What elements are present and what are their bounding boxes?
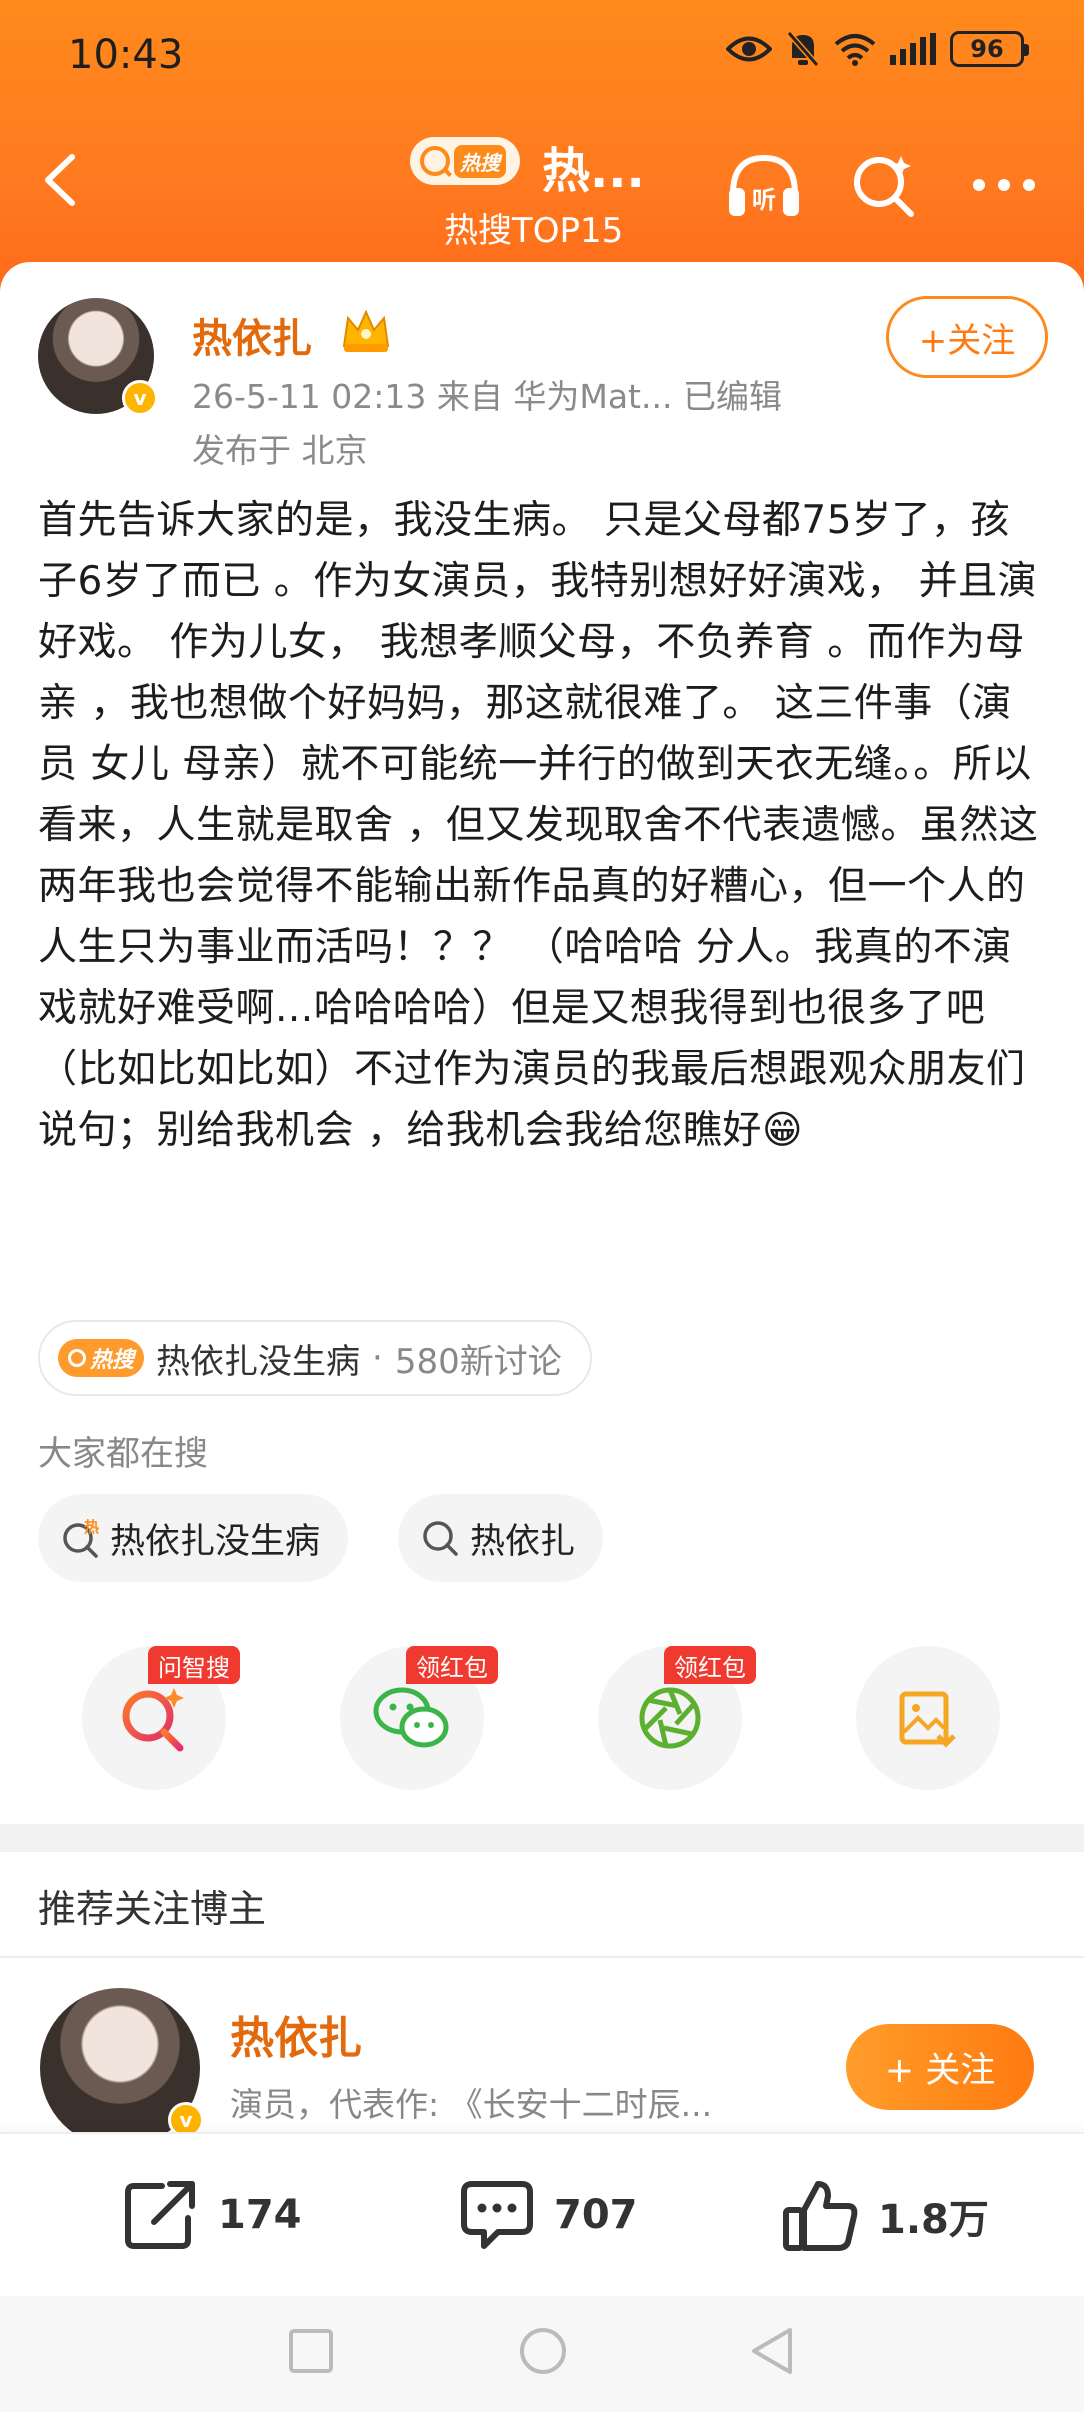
action-tag: 领红包	[664, 1646, 756, 1684]
verified-badge-icon: v	[122, 380, 158, 416]
author-avatar[interactable]: v	[38, 298, 158, 416]
ai-search-icon	[122, 1688, 184, 1752]
headphones-icon: 听	[729, 154, 799, 216]
divider	[0, 1956, 1084, 1958]
comment-count: 707	[554, 2192, 638, 2238]
crown-badge-icon	[342, 309, 390, 352]
sparkle-search-icon	[854, 156, 914, 217]
hot-search-badge: 热搜	[58, 1339, 145, 1377]
status-icons: 96	[726, 30, 1029, 68]
search-chip-label: 热依扎没生病	[110, 1521, 321, 1562]
search-icon	[68, 1349, 86, 1367]
search-chip-label: 热依扎	[470, 1521, 576, 1562]
author-name[interactable]: 热依扎	[192, 306, 312, 364]
recommend-avatar[interactable]: v	[40, 1988, 204, 2148]
svg-text:听: 听	[752, 186, 776, 214]
thumbs-up-icon	[783, 2181, 858, 2251]
search-chip-1[interactable]: 热 热依扎没生病	[38, 1494, 349, 1582]
recent-apps-icon[interactable]	[288, 2328, 334, 2374]
more-button[interactable]	[964, 145, 1044, 225]
topic-name: 热依扎没生病	[156, 1341, 361, 1382]
share-action[interactable]: 174	[122, 2178, 302, 2252]
save-image-icon	[899, 1691, 956, 1748]
eye-icon	[726, 36, 772, 62]
share-icon	[125, 2181, 195, 2249]
nav-subtitle: 热搜TOP15	[444, 211, 624, 251]
comment-action[interactable]: 707	[458, 2178, 638, 2252]
topic-count: 580新讨论	[394, 1341, 562, 1382]
battery-indicator: 96	[950, 31, 1029, 67]
post-content: 首先告诉大家的是，我没生病。 只是父母都75岁了，孩子6岁了而已 。作为女演员，…	[38, 498, 1039, 1153]
ai-search-button[interactable]	[844, 145, 924, 225]
post-location: 发布于 北京	[192, 431, 368, 470]
status-time: 10:43	[68, 32, 184, 78]
listen-button[interactable]: 听	[724, 145, 804, 225]
action-tag: 领红包	[406, 1646, 498, 1684]
hot-search-icon: 热	[63, 1518, 99, 1558]
comment-icon	[461, 2181, 533, 2249]
home-icon[interactable]	[518, 2326, 568, 2376]
nav-bar: 热搜 热... 热搜TOP15 听	[0, 115, 1084, 265]
bottom-action-bar: 174 707 1.8万	[0, 2132, 1084, 2296]
hot-badge-text: 热搜	[90, 1348, 135, 1373]
wechat-icon	[373, 1687, 449, 1748]
topic-separator: ·	[372, 1338, 383, 1378]
action-tag: 问智搜	[148, 1646, 240, 1684]
everyone-searching-label: 大家都在搜	[38, 1434, 208, 1474]
signal-icon	[890, 33, 936, 65]
nav-actions: 听	[724, 145, 1044, 225]
like-count: 1.8万	[878, 2197, 989, 2243]
post-card: v 热依扎 26-5-11 02:13 来自 华为Mat... 已编辑 发布于 …	[0, 262, 1084, 1824]
nav-title: 热...	[542, 143, 645, 199]
back-nav-icon[interactable]	[748, 2326, 794, 2376]
recommend-desc: 演员，代表作: 《长安十二时辰...	[230, 2085, 713, 2124]
recommend-section: 推荐关注博主 v 热依扎 演员，代表作: 《长安十二时辰... + 关注	[0, 1852, 1084, 2148]
nav-center: 热搜 热... 热搜TOP15	[410, 125, 700, 255]
recommend-name[interactable]: 热依扎	[230, 2002, 362, 2066]
save-image-action[interactable]	[856, 1646, 1000, 1790]
more-icon	[973, 179, 1035, 191]
search-icon	[423, 1521, 458, 1556]
hot-search-logo: 热搜	[410, 137, 520, 185]
back-icon[interactable]	[36, 145, 86, 215]
like-action[interactable]: 1.8万	[782, 2178, 989, 2254]
header: 10:43 96 热搜 热... 热搜TOP15 听	[0, 0, 1084, 300]
post-meta: 26-5-11 02:13 来自 华为Mat... 已编辑	[192, 377, 782, 416]
share-count: 174	[218, 2192, 302, 2238]
wifi-icon	[834, 34, 876, 66]
search-chip-2[interactable]: 热依扎	[398, 1494, 604, 1582]
status-bar: 10:43 96	[0, 0, 1084, 110]
mute-bell-icon	[786, 31, 820, 67]
topic-pill[interactable]: 热搜 热依扎没生病 · 580新讨论	[38, 1320, 592, 1396]
recommend-follow-button[interactable]: + 关注	[846, 2024, 1034, 2110]
system-nav-bar	[0, 2296, 1084, 2412]
follow-button[interactable]: +关注	[886, 296, 1048, 378]
moments-icon	[639, 1687, 701, 1749]
hot-search-badge-text: 热搜	[454, 144, 506, 178]
svg-text:热: 热	[84, 1518, 99, 1536]
recommend-title: 推荐关注博主	[38, 1887, 267, 1931]
search-icon	[420, 146, 450, 176]
